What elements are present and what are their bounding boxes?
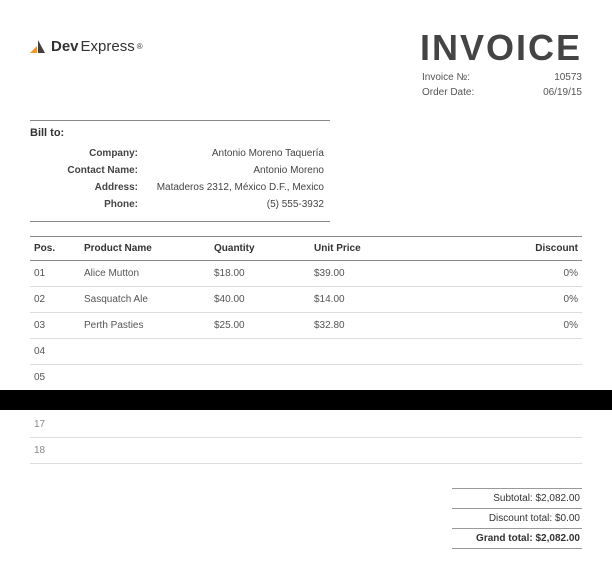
- invoice-page: DevExpress® INVOICE Invoice №: 10573 Ord…: [0, 0, 612, 391]
- discount-total-label: Discount total:: [489, 513, 552, 524]
- table-row: 04: [30, 339, 582, 365]
- cell-disc: [440, 339, 582, 365]
- discount-total-value: $0.00: [555, 513, 580, 524]
- subtotal-row: Subtotal: $2,082.00: [452, 488, 582, 508]
- cell-qty: [210, 365, 310, 391]
- bill-to-label: Address:: [30, 179, 148, 196]
- cell-qty: [210, 339, 310, 365]
- cell-price: [310, 339, 440, 365]
- cell-name: [80, 339, 210, 365]
- cell-price: $32.80: [310, 313, 440, 339]
- cell-pos: 18: [34, 445, 45, 456]
- cell-pos: 17: [34, 419, 45, 430]
- invoice-title: INVOICE: [420, 30, 582, 66]
- order-date-row: Order Date: 06/19/15: [420, 85, 582, 100]
- table-header-row: Pos. Product Name Quantity Unit Price Di…: [30, 237, 582, 261]
- logo: DevExpress®: [30, 38, 143, 55]
- logo-reg: ®: [137, 42, 143, 51]
- col-pos: Pos.: [30, 237, 80, 261]
- cell-pos: 02: [30, 287, 80, 313]
- bill-to-label: Contact Name:: [30, 162, 148, 179]
- page-break-bar: [0, 390, 612, 410]
- bill-to-row: Company: Antonio Moreno Taquería: [30, 145, 330, 162]
- cell-name: Perth Pasties: [80, 313, 210, 339]
- table-row: 17: [30, 412, 582, 438]
- items-body: 01 Alice Mutton $18.00 $39.00 0% 02 Sasq…: [30, 261, 582, 391]
- bill-to-title: Bill to:: [30, 127, 330, 139]
- grand-total-value: $2,082.00: [536, 533, 581, 544]
- header: DevExpress® INVOICE Invoice №: 10573 Ord…: [30, 30, 582, 100]
- cell-price: $39.00: [310, 261, 440, 287]
- bill-to-label: Company:: [30, 145, 148, 162]
- logo-mark-icon: [30, 39, 46, 55]
- col-qty: Quantity: [210, 237, 310, 261]
- col-name: Product Name: [80, 237, 210, 261]
- bill-to-row: Phone: (5) 555-3932: [30, 196, 330, 213]
- order-date-value: 06/19/15: [532, 85, 582, 100]
- cell-pos: 03: [30, 313, 80, 339]
- invoice-no-value: 10573: [532, 70, 582, 85]
- bill-to-value: (5) 555-3932: [148, 196, 330, 213]
- cell-qty: $18.00: [210, 261, 310, 287]
- col-disc: Discount: [440, 237, 582, 261]
- logo-suffix: Express: [81, 38, 135, 55]
- cell-price: [310, 365, 440, 391]
- order-date-label: Order Date:: [422, 85, 492, 100]
- invoice-no-label: Invoice №:: [422, 70, 492, 85]
- cell-pos: 05: [30, 365, 80, 391]
- header-right: INVOICE Invoice №: 10573 Order Date: 06/…: [420, 30, 582, 100]
- cell-name: Sasquatch Ale: [80, 287, 210, 313]
- cell-disc: 0%: [440, 261, 582, 287]
- cell-disc: 0%: [440, 313, 582, 339]
- discount-total-row: Discount total: $0.00: [452, 508, 582, 528]
- cell-disc: [440, 365, 582, 391]
- cell-qty: $40.00: [210, 287, 310, 313]
- totals: Subtotal: $2,082.00 Discount total: $0.0…: [452, 488, 582, 549]
- table-row: 01 Alice Mutton $18.00 $39.00 0%: [30, 261, 582, 287]
- bill-to-row: Contact Name: Antonio Moreno: [30, 162, 330, 179]
- cell-pos: 04: [30, 339, 80, 365]
- bill-to-row: Address: Mataderos 2312, México D.F., Me…: [30, 179, 330, 196]
- col-price: Unit Price: [310, 237, 440, 261]
- bill-to-value: Antonio Moreno Taquería: [148, 145, 330, 162]
- logo-prefix: Dev: [51, 38, 79, 55]
- bill-to-section: Bill to: Company: Antonio Moreno Taquerí…: [30, 120, 330, 222]
- grand-total-label: Grand total:: [476, 533, 533, 544]
- subtotal-label: Subtotal:: [493, 493, 532, 504]
- lower-section: 17 18 Subtotal: $2,082.00 Discount total…: [30, 412, 582, 549]
- invoice-number-row: Invoice №: 10573: [420, 70, 582, 85]
- cell-disc: 0%: [440, 287, 582, 313]
- cell-price: $14.00: [310, 287, 440, 313]
- items-table: Pos. Product Name Quantity Unit Price Di…: [30, 236, 582, 391]
- table-row: 05: [30, 365, 582, 391]
- cell-name: Alice Mutton: [80, 261, 210, 287]
- bill-to-label: Phone:: [30, 196, 148, 213]
- table-row: 02 Sasquatch Ale $40.00 $14.00 0%: [30, 287, 582, 313]
- grand-total-row: Grand total: $2,082.00: [452, 528, 582, 549]
- cell-qty: $25.00: [210, 313, 310, 339]
- table-row: 18: [30, 438, 582, 464]
- cell-pos: 01: [30, 261, 80, 287]
- subtotal-value: $2,082.00: [536, 493, 581, 504]
- table-row: 03 Perth Pasties $25.00 $32.80 0%: [30, 313, 582, 339]
- cell-name: [80, 365, 210, 391]
- bill-to-value: Mataderos 2312, México D.F., Mexico: [148, 179, 330, 196]
- bill-to-value: Antonio Moreno: [148, 162, 330, 179]
